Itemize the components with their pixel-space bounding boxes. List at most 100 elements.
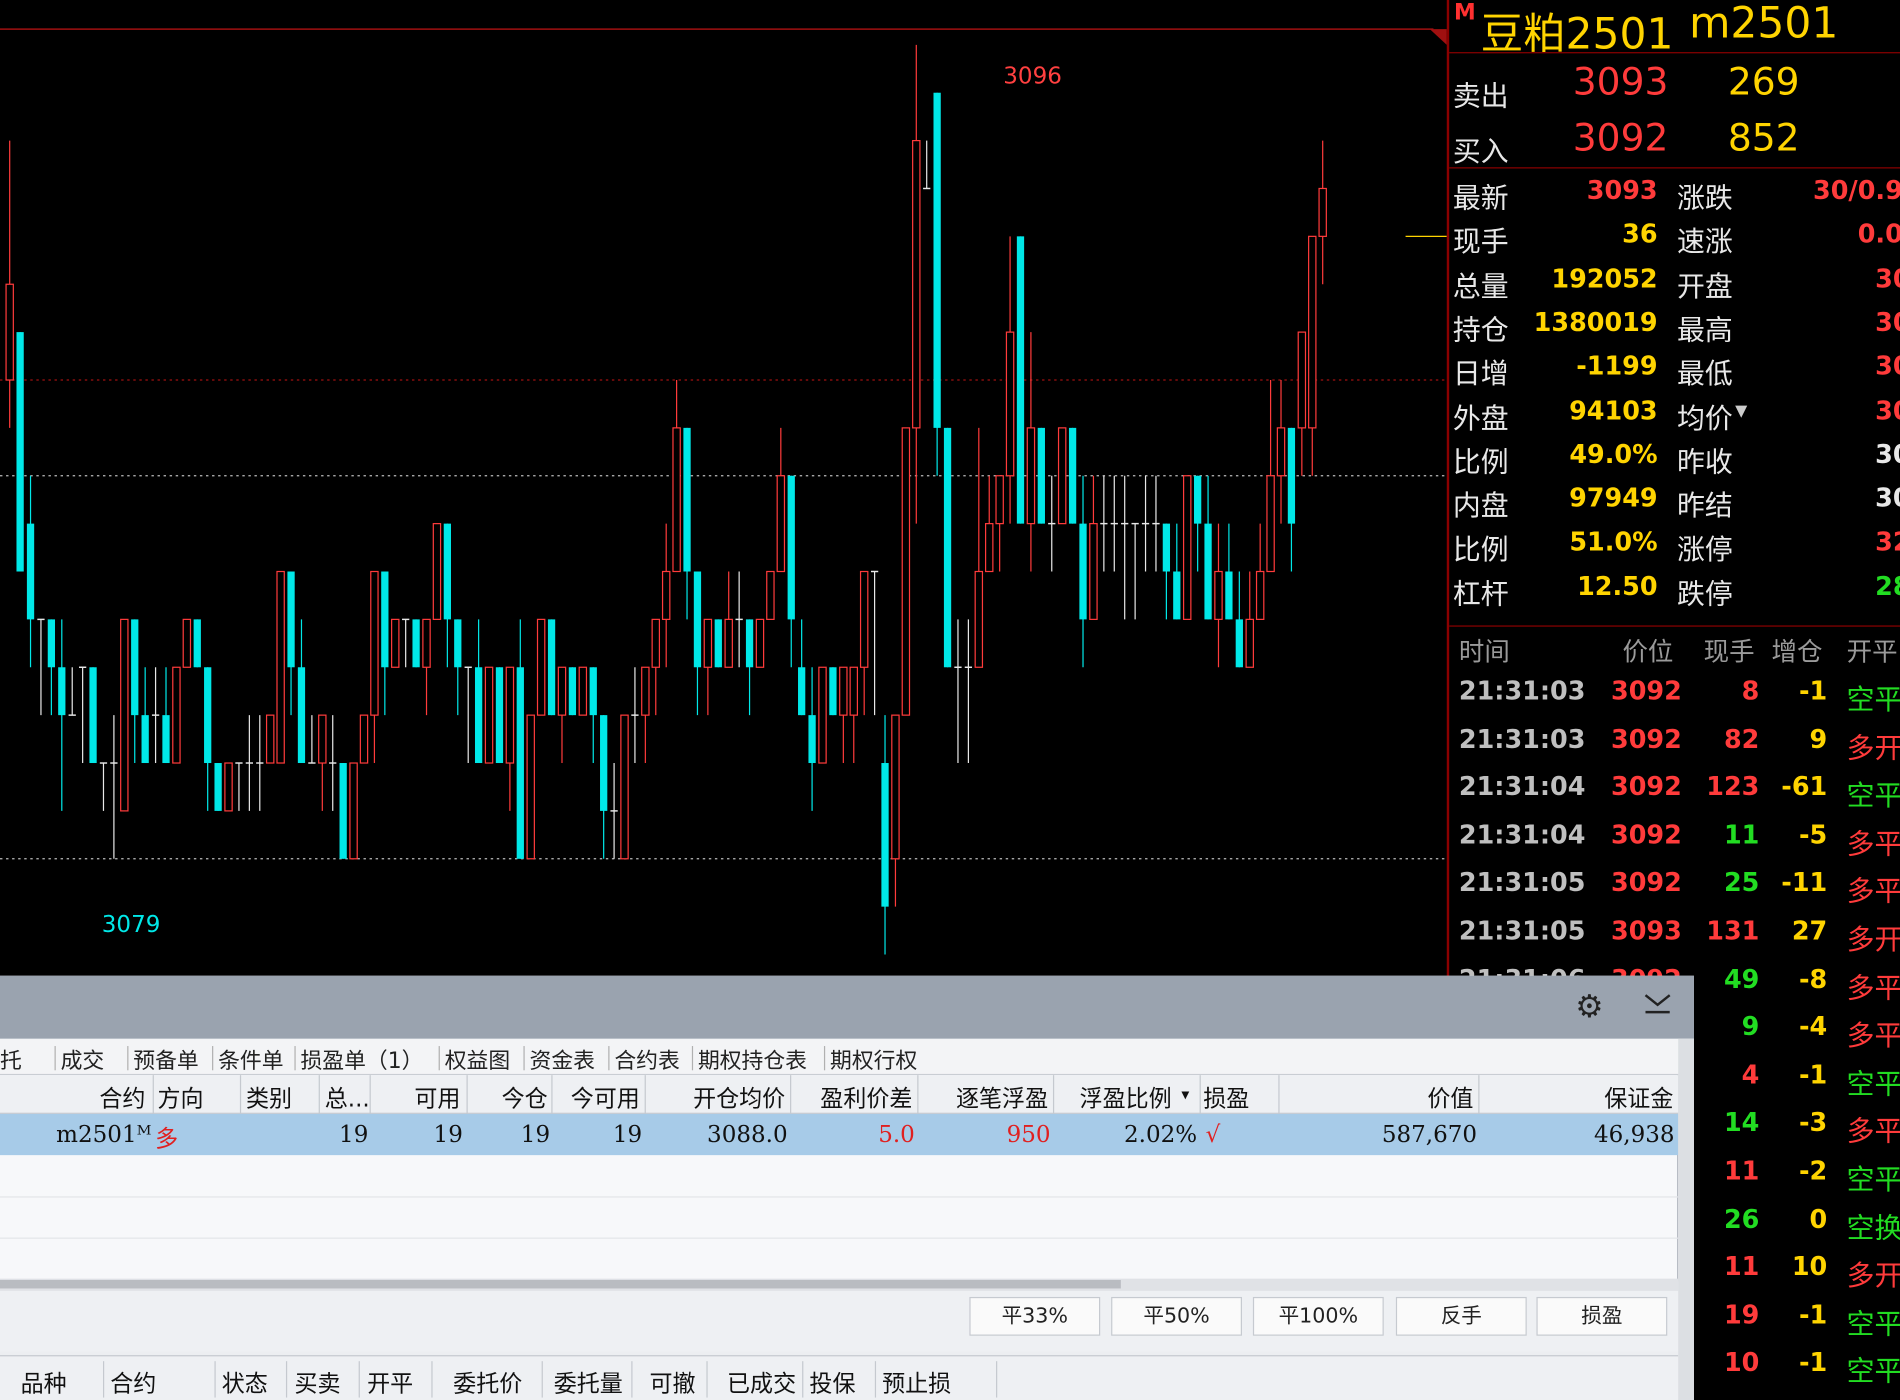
tab-8[interactable]: 期权持仓表 xyxy=(698,1044,807,1076)
column-separator xyxy=(917,1075,919,1114)
vertical-scrollbar[interactable] xyxy=(1678,1038,1694,1400)
gear-icon[interactable]: ⚙ xyxy=(1575,990,1609,1024)
tab-1[interactable]: 成交 xyxy=(61,1044,105,1076)
action-button-0[interactable]: 平33% xyxy=(969,1296,1101,1336)
candle-up xyxy=(755,618,765,668)
candle-up xyxy=(995,475,1004,525)
candle-down xyxy=(1204,523,1212,620)
horizontal-scrollbar[interactable] xyxy=(0,1278,1679,1291)
bid-price[interactable]: 3092 xyxy=(1573,116,1669,160)
candle-up xyxy=(505,666,515,764)
column-separator xyxy=(790,1075,792,1114)
tab-9[interactable]: 期权行权 xyxy=(830,1044,917,1076)
tab-separator xyxy=(127,1046,129,1071)
candle-down xyxy=(297,667,306,764)
column-header[interactable]: 价值 xyxy=(1427,1081,1473,1114)
candle-up xyxy=(651,618,661,668)
collapse-icon[interactable] xyxy=(1642,990,1676,1024)
quote-label: 持仓 xyxy=(1452,315,1509,347)
bid-volume: 852 xyxy=(1727,116,1800,160)
column-header[interactable]: 今可用 xyxy=(571,1081,640,1114)
quote-row: 杠杆 12.50 跌停 2880 xyxy=(1449,566,1900,611)
candle-up xyxy=(224,762,233,812)
candle-down xyxy=(1016,236,1025,524)
candle-up xyxy=(661,570,671,620)
order-column-header[interactable]: 委托量 xyxy=(554,1366,623,1399)
column-header[interactable]: 合约 xyxy=(99,1081,145,1114)
column-header[interactable]: 今仓 xyxy=(502,1081,548,1114)
candlestick-chart[interactable]: 3096 3079 xyxy=(0,0,1448,977)
candle-up xyxy=(1245,618,1254,668)
tick-header: 时间 价位 现手 增仓 开平 xyxy=(1449,633,1900,672)
candle-down xyxy=(714,619,722,668)
column-header[interactable]: 保证金 xyxy=(1604,1081,1673,1114)
action-button-1[interactable]: 平50% xyxy=(1111,1296,1242,1336)
tick-oi-change: 27 xyxy=(1791,916,1828,946)
tick-kind: 空平 xyxy=(1846,780,1900,813)
tab-5[interactable]: 权益图 xyxy=(445,1044,510,1076)
tick-header-kind: 开平 xyxy=(1846,637,1898,667)
order-column-header[interactable]: 可撤 xyxy=(649,1366,695,1399)
tick-oi-change: -1 xyxy=(1798,676,1828,706)
order-column-header[interactable]: 已成交 xyxy=(727,1366,796,1399)
column-header[interactable]: 逐笔浮盈 xyxy=(956,1081,1048,1114)
column-header[interactable]: 方向 xyxy=(158,1081,204,1114)
column-header[interactable]: 可用 xyxy=(414,1081,460,1114)
column-header[interactable]: 开仓均价 xyxy=(693,1081,785,1114)
market-badge: M xyxy=(1454,0,1476,26)
order-column-header[interactable]: 合约 xyxy=(110,1366,156,1399)
tab-0[interactable]: 托 xyxy=(0,1044,22,1076)
tab-2[interactable]: 预备单 xyxy=(133,1044,198,1076)
order-column-header[interactable]: 开平 xyxy=(367,1366,413,1399)
tick-header-vol: 现手 xyxy=(1703,637,1755,667)
tab-7[interactable]: 合约表 xyxy=(614,1044,679,1076)
candle-up xyxy=(578,666,588,716)
tick-kind: 空平 xyxy=(1846,1356,1900,1389)
quote-label: 最低 xyxy=(1676,359,1733,391)
caret-down-icon[interactable]: ▾ xyxy=(1735,395,1747,424)
action-button-2[interactable]: 平100% xyxy=(1252,1296,1384,1336)
candle-up xyxy=(1026,427,1036,525)
candle-down xyxy=(829,667,837,716)
tab-3[interactable]: 条件单 xyxy=(218,1044,283,1076)
order-column-header[interactable]: 买卖 xyxy=(294,1366,340,1399)
candle-up xyxy=(984,523,994,573)
candle-up xyxy=(391,618,400,668)
kline-svg[interactable] xyxy=(0,0,1448,977)
candle-up xyxy=(641,666,650,716)
cell-total: 19 xyxy=(339,1121,369,1148)
tab-6[interactable]: 资金表 xyxy=(530,1044,595,1076)
column-header[interactable]: 类别 xyxy=(246,1081,292,1114)
candle-up xyxy=(1005,331,1015,477)
quote-value: 3072 xyxy=(1875,351,1900,381)
order-column-header[interactable]: 预止损 xyxy=(882,1366,951,1399)
ask-price[interactable]: 3093 xyxy=(1573,61,1669,105)
candle-up xyxy=(182,618,192,668)
candle-down xyxy=(162,715,170,764)
order-column-header[interactable]: 委托价 xyxy=(453,1366,522,1399)
candle-up xyxy=(536,618,546,716)
column-header[interactable]: 盈利价差 xyxy=(820,1081,912,1114)
column-header[interactable]: 浮盈比例 xyxy=(1080,1081,1172,1114)
tab-separator xyxy=(438,1046,440,1071)
order-column-header[interactable]: 品种 xyxy=(21,1366,67,1399)
candle-down xyxy=(1287,427,1296,524)
order-column-header[interactable]: 投保 xyxy=(809,1366,855,1399)
tick-oi-change: -3 xyxy=(1798,1108,1828,1138)
quote-label: 最新 xyxy=(1452,183,1509,215)
column-header[interactable]: 总... xyxy=(325,1081,370,1114)
bid-label: 买入 xyxy=(1452,136,1509,169)
bid-row[interactable]: 买入 3092 852 xyxy=(1449,112,1900,168)
action-button-4[interactable]: 损盈 xyxy=(1536,1296,1668,1336)
column-header[interactable]: 损盈 xyxy=(1203,1081,1249,1114)
sort-caret-icon[interactable]: ▾ xyxy=(1181,1086,1189,1104)
tick-time: 21:31:05 xyxy=(1458,916,1586,946)
scrollbar-thumb[interactable] xyxy=(0,1279,1121,1289)
position-row[interactable]: m2501ᴹ 多 19 19 19 19 3088.0 5.0 950 2.02… xyxy=(0,1113,1679,1156)
quote-value: 49.0% xyxy=(1569,439,1658,469)
candle-down xyxy=(683,427,691,572)
tab-4[interactable]: 损盈单（1） xyxy=(301,1044,424,1076)
ask-row[interactable]: 卖出 3093 269 xyxy=(1449,56,1900,113)
action-button-3[interactable]: 反手 xyxy=(1395,1296,1527,1336)
order-column-header[interactable]: 状态 xyxy=(222,1366,268,1399)
